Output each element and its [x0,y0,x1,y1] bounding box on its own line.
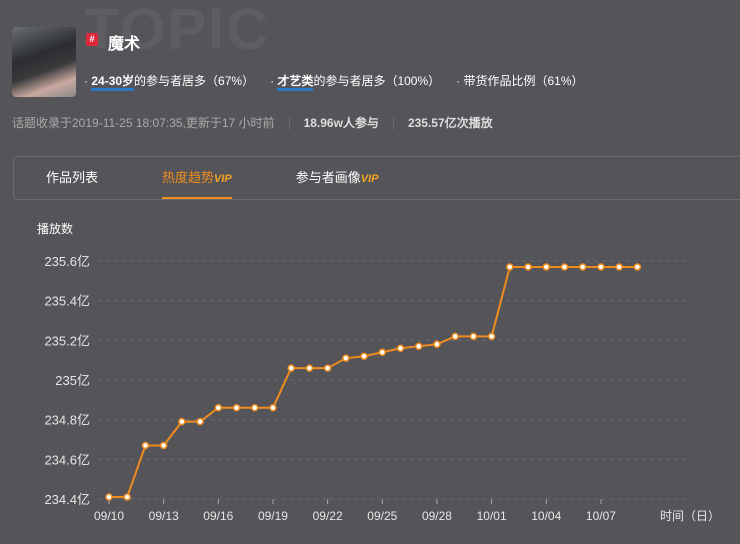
x-axis-label: 时间（日） [660,509,720,523]
data-point [105,493,113,501]
data-point [178,417,186,426]
data-point [159,441,168,450]
y-tick-label: 234.6亿 [44,452,90,467]
y-tick-label: 235.4亿 [44,294,90,309]
data-point [396,344,405,353]
x-tick-label: 09/10 [94,509,124,523]
x-tick-label: 10/07 [586,509,616,523]
x-tick-label: 10/04 [531,509,561,523]
y-tick-label: 234.8亿 [44,413,90,428]
data-point [433,340,441,349]
data-point [342,354,350,362]
data-point [269,404,277,412]
data-point [542,263,551,271]
data-point [251,404,259,412]
x-tick-label: 10/01 [477,509,507,523]
data-point [487,332,496,341]
data-point [214,404,223,412]
x-tick-label: 09/13 [149,509,179,523]
data-point [560,263,569,271]
data-point [451,332,459,341]
data-point [378,348,387,356]
data-point [414,342,423,351]
data-point [323,364,332,372]
data-point [196,417,204,426]
data-point [305,364,314,372]
x-tick-label: 09/16 [203,509,233,523]
data-point [633,263,642,271]
y-tick-label: 235亿 [55,373,90,388]
data-point [287,364,295,372]
data-point [360,352,368,360]
x-tick-label: 09/25 [367,509,397,523]
y-tick-label: 234.4亿 [44,492,90,507]
x-tick-label: 09/28 [422,509,452,523]
data-point [141,441,150,450]
y-tick-label: 235.6亿 [44,254,90,269]
data-point [615,263,623,271]
x-tick-label: 09/22 [313,509,343,523]
series-line [109,265,638,499]
data-point [578,263,587,271]
data-point [524,263,532,271]
data-point [469,332,478,341]
data-point [597,263,605,271]
trend-chart: 234.4亿 234.6亿 234.8亿 235亿 235.2亿 235.4亿 235.6亿… [44,254,720,523]
y-tick-label: 235.2亿 [44,333,90,348]
data-point [123,493,131,501]
data-point [506,263,514,271]
x-tick-label: 09/19 [258,509,288,523]
data-point [232,404,241,412]
